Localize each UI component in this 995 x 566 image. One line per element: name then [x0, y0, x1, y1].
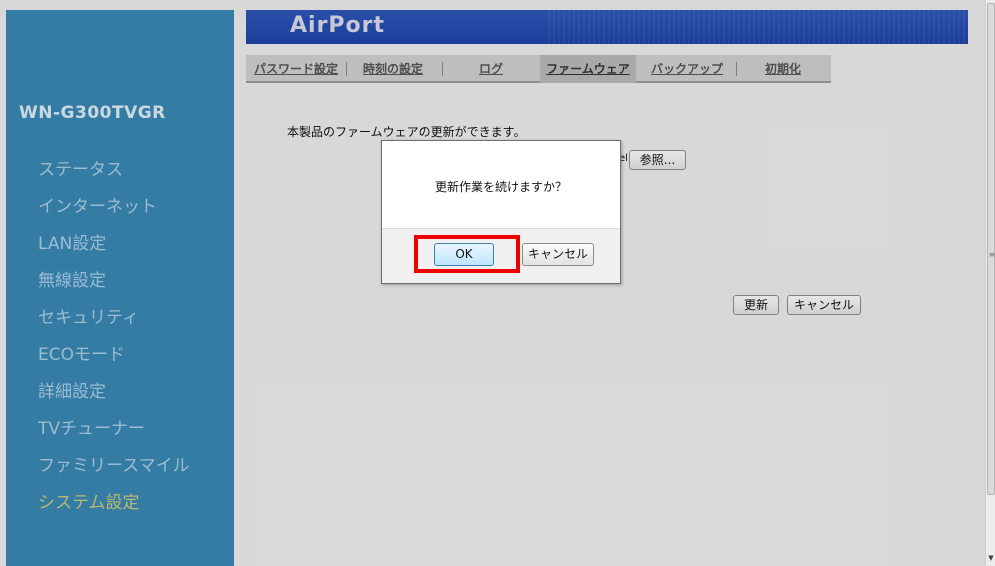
scrollbar[interactable]: ≡ ▼ — [985, 0, 995, 566]
scroll-down-arrow-icon[interactable]: ▼ — [986, 552, 995, 564]
scrollbar-thumb[interactable]: ≡ — [987, 3, 995, 495]
highlight-box — [414, 235, 520, 273]
grip-icon: ≡ — [988, 250, 995, 259]
dialog-message: 更新作業を続けますか？ — [434, 180, 567, 194]
dialog-cancel-button[interactable]: キャンセル — [522, 243, 594, 266]
